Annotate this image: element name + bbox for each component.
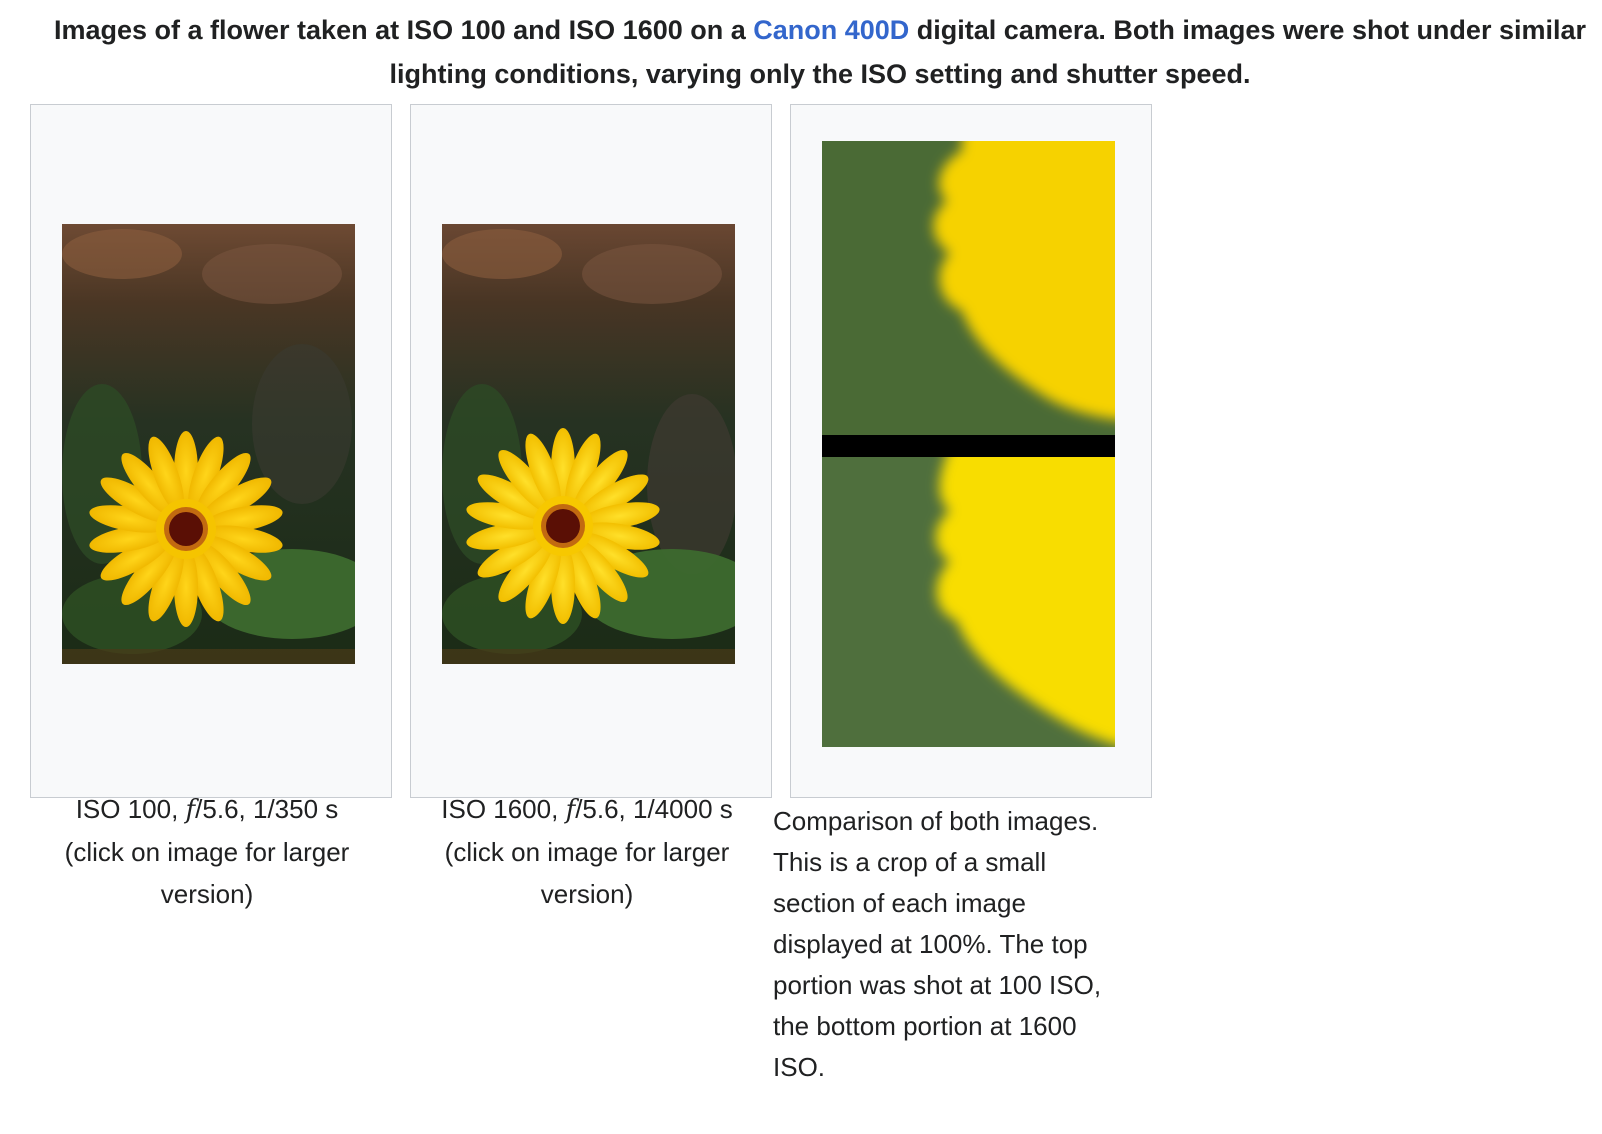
flower-iso-1600-image[interactable] — [442, 224, 735, 664]
caption-iso-100-note: (click on image for larger version) — [64, 837, 350, 909]
caption-iso-1600: ISO 1600, f/5.6, 1/4000 s (click on imag… — [426, 788, 748, 915]
flower-iso-100-image[interactable] — [62, 224, 355, 664]
canon-400d-link[interactable]: Canon 400D — [753, 15, 909, 45]
gallery-frame-iso-100 — [30, 104, 392, 798]
gallery-frame-comparison — [790, 104, 1152, 798]
caption-iso-100: ISO 100, f/5.6, 1/350 s (click on image … — [46, 788, 368, 915]
gallery-header-caption: Images of a flower taken at ISO 100 and … — [30, 8, 1602, 96]
header-text-before-link: Images of a flower taken at ISO 100 and … — [53, 15, 754, 45]
caption-iso-1600-f: f — [565, 795, 576, 825]
caption-iso-1600-note: (click on image for larger version) — [444, 837, 730, 909]
caption-iso-1600-suffix: /5.6, 1/4000 s — [575, 794, 733, 824]
gallery-frame-iso-1600 — [410, 104, 772, 798]
caption-iso-100-f: f — [185, 795, 196, 825]
caption-iso-1600-prefix: ISO 1600, — [441, 794, 566, 824]
caption-comparison: Comparison of both images. This is a cro… — [773, 806, 1102, 1082]
comparison-crop-image[interactable] — [822, 141, 1115, 747]
caption-iso-100-suffix: /5.6, 1/350 s — [195, 794, 339, 824]
caption-iso-100-prefix: ISO 100, — [75, 794, 186, 824]
